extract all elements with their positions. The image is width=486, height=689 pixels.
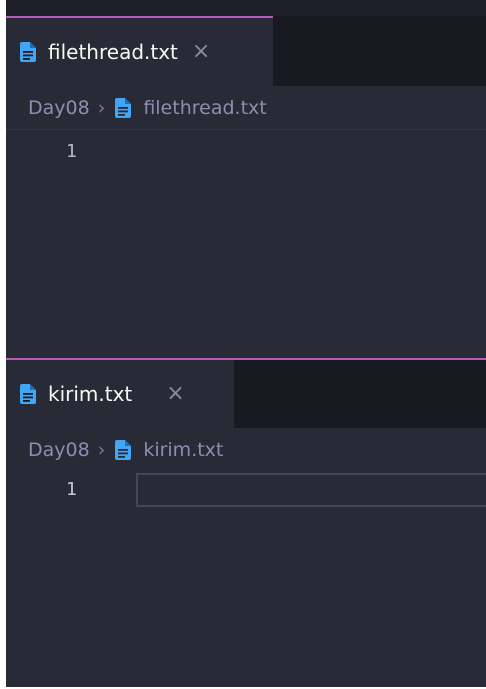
breadcrumb: Day08 › filethread.txt: [6, 86, 486, 130]
breadcrumb-folder[interactable]: Day08: [28, 97, 90, 119]
breadcrumb-file[interactable]: kirim.txt: [143, 439, 223, 461]
editor-line[interactable]: 1: [6, 134, 486, 168]
editor-group-bottom: kirim.txt × Day08 › kirim.txt 1: [6, 358, 486, 687]
tab-kirim[interactable]: kirim.txt ×: [6, 360, 234, 428]
close-icon[interactable]: ×: [166, 383, 184, 405]
line-number: 1: [66, 478, 77, 500]
file-text-icon: [115, 97, 132, 118]
tab-label: kirim.txt: [48, 382, 133, 406]
current-line-highlight: [136, 473, 486, 507]
breadcrumb-folder[interactable]: Day08: [28, 439, 90, 461]
tab-bar: filethread.txt ×: [6, 16, 486, 86]
tab-label: filethread.txt: [48, 40, 178, 64]
breadcrumb: Day08 › kirim.txt: [6, 428, 486, 472]
line-number: 1: [66, 140, 77, 162]
editor-window: filethread.txt × Day08 › filethread.txt …: [6, 0, 486, 687]
file-text-icon: [115, 440, 132, 460]
text-editor[interactable]: 1: [6, 134, 486, 358]
title-strip: [6, 0, 486, 16]
file-text-icon: [20, 42, 36, 62]
chevron-right-icon: ›: [97, 439, 106, 461]
tab-bar: kirim.txt ×: [6, 360, 486, 428]
tab-filethread[interactable]: filethread.txt ×: [6, 16, 273, 86]
text-editor[interactable]: 1: [6, 472, 486, 689]
close-icon[interactable]: ×: [192, 41, 210, 63]
editor-line[interactable]: 1: [6, 472, 486, 507]
breadcrumb-file[interactable]: filethread.txt: [143, 97, 266, 119]
file-text-icon: [20, 384, 36, 404]
chevron-right-icon: ›: [97, 96, 106, 119]
editor-group-top: filethread.txt × Day08 › filethread.txt …: [6, 16, 486, 358]
